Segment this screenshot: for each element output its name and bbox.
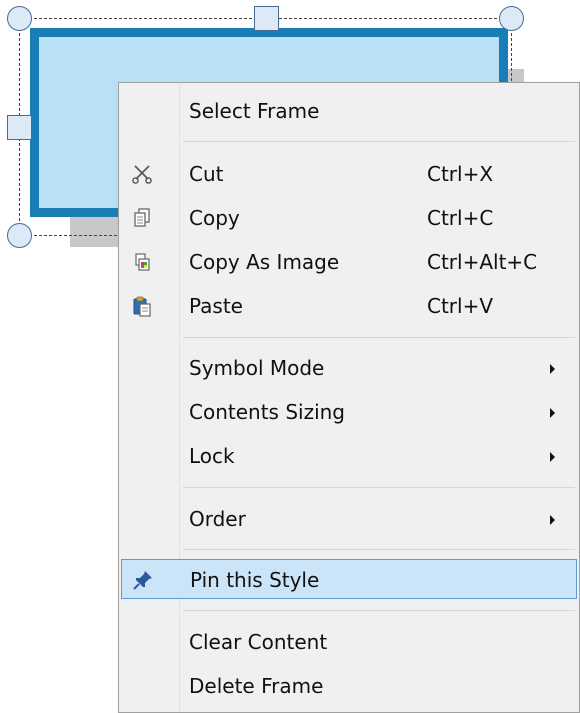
menu-item-lock[interactable]: Lock <box>121 436 577 476</box>
menu-item-delete-frame[interactable]: Delete Frame <box>121 666 577 706</box>
menu-item-label: Pin this Style <box>190 568 320 592</box>
menu-item-cut[interactable]: Cut Ctrl+X <box>121 154 577 194</box>
menu-item-label: Clear Content <box>189 630 328 654</box>
menu-separator <box>183 487 575 488</box>
menu-item-paste[interactable]: Paste Ctrl+V <box>121 286 577 326</box>
menu-item-label: Delete Frame <box>189 674 324 698</box>
menu-item-shortcut: Ctrl+X <box>427 162 494 186</box>
resize-handle-bottom-left[interactable] <box>7 223 32 248</box>
menu-item-copy-as-image[interactable]: Copy As Image Ctrl+Alt+C <box>121 242 577 282</box>
menu-item-label: Lock <box>189 444 235 468</box>
menu-separator <box>183 337 575 338</box>
submenu-arrow-icon <box>550 364 555 374</box>
menu-item-label: Copy <box>189 206 240 230</box>
menu-separator <box>183 549 575 550</box>
menu-item-label: Paste <box>189 294 243 318</box>
context-menu: Select Frame Cut Ctrl+X Copy Ctrl+C Copy… <box>118 82 580 713</box>
menu-item-shortcut: Ctrl+C <box>427 206 494 230</box>
submenu-arrow-icon <box>550 408 555 418</box>
menu-item-pin-this-style[interactable]: Pin this Style <box>121 559 577 599</box>
menu-separator <box>183 141 575 142</box>
submenu-arrow-icon <box>550 515 555 525</box>
copy-as-image-icon <box>129 249 155 275</box>
menu-item-label: Contents Sizing <box>189 400 345 424</box>
menu-item-label: Symbol Mode <box>189 356 325 380</box>
menu-item-shortcut: Ctrl+V <box>427 294 494 318</box>
menu-item-label: Copy As Image <box>189 250 340 274</box>
menu-item-copy[interactable]: Copy Ctrl+C <box>121 198 577 238</box>
menu-item-contents-sizing[interactable]: Contents Sizing <box>121 392 577 432</box>
resize-handle-top-left[interactable] <box>7 6 32 31</box>
resize-handle-top[interactable] <box>254 6 279 31</box>
resize-handle-left[interactable] <box>7 115 32 140</box>
menu-item-symbol-mode[interactable]: Symbol Mode <box>121 348 577 388</box>
menu-item-select-frame[interactable]: Select Frame <box>121 91 577 131</box>
paste-icon <box>129 293 155 319</box>
menu-item-label: Select Frame <box>189 99 320 123</box>
menu-item-label: Cut <box>189 162 224 186</box>
submenu-arrow-icon <box>550 452 555 462</box>
menu-item-order[interactable]: Order <box>121 499 577 539</box>
menu-item-clear-content[interactable]: Clear Content <box>121 622 577 662</box>
menu-separator <box>183 610 575 611</box>
copy-icon <box>129 205 155 231</box>
diagram-canvas[interactable]: Select Frame Cut Ctrl+X Copy Ctrl+C Copy… <box>0 0 580 713</box>
resize-handle-top-right[interactable] <box>499 6 524 31</box>
menu-item-shortcut: Ctrl+Alt+C <box>427 250 538 274</box>
pin-icon <box>130 567 156 593</box>
menu-item-label: Order <box>189 507 246 531</box>
scissors-icon <box>129 161 155 187</box>
